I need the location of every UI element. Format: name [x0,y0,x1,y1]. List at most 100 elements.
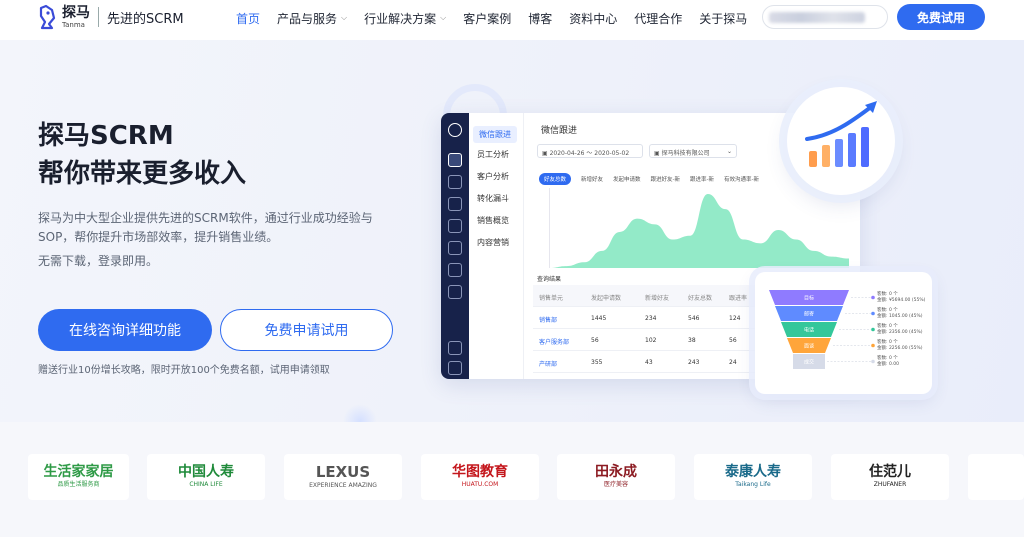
brand-name-en: Tanma [62,20,85,29]
dashboard-sidebar [441,113,469,379]
table-header-cell: 销售单元 [539,295,564,302]
nav-item-3[interactable]: 客户案例 [463,10,511,27]
funnel-stage-dot [871,295,875,300]
metric-tab-5[interactable]: 有效沟通率-新 [724,173,759,185]
table-cell: 546 [688,315,700,322]
funnel-stage-note: 客数: 0 个金额: 0.00 [877,356,899,368]
brand-name: 探马 [62,4,90,21]
partner-logo-4[interactable]: 田永成 医疗美容 [557,454,675,500]
company-value: 探马科技有限公司 [661,150,710,157]
collapse-icon[interactable] [448,361,462,375]
metric-tab-1[interactable]: 新增好友 [581,173,603,185]
nav-item-label: 资料中心 [569,11,618,26]
table-cell: 56 [729,337,737,344]
dashboard-menu-item-2[interactable]: 客户分析 [477,171,509,182]
area-chart [549,188,849,268]
funnel-stage-dot [871,359,875,364]
growth-bar [809,151,817,167]
hero-description: 探马为中大型企业提供先进的SCRM软件，通过行业成功经验与SOP，帮你提升市场部… [38,211,373,244]
nav-item-0[interactable]: 首页 [236,10,260,27]
free-trial-button[interactable]: 免费试用 [897,4,985,30]
dashboard-menu-item-5[interactable]: 内容营销 [477,237,509,248]
table-cell: 43 [645,359,653,366]
table-header-cell: 跟进率 [729,295,748,302]
dashboard-menu-item-1[interactable]: 员工分析 [477,149,509,160]
stage-amount: 金额: ¥5694.00 (55%) [877,297,926,303]
funnel-stage-label: 邮寄 [804,311,814,318]
growth-chart-badge [787,87,895,195]
table-cell[interactable]: 产研部 [539,359,557,368]
partner-logo-6[interactable]: 住范儿 ZHUFANER [831,454,949,500]
main-nav: 首页 产品与服务 ⌵ 行业解决方案 ⌵ 客户案例 博客 资料中心 代理合作 关于探马 [236,0,764,36]
funnel-stage-dot [871,327,875,332]
table-cell: 124 [729,315,741,322]
nav-item-5[interactable]: 资料中心 [569,10,617,27]
nav-item-6[interactable]: 代理合作 [634,10,682,27]
funnel-stage-label: 目标 [804,295,814,302]
partner-name: 华图教育 [452,464,508,480]
nav-item-1[interactable]: 产品与服务 ⌵ [277,10,347,27]
funnel-stage-note: 客数: 0 个金额: 1045.00 (45%) [877,308,923,320]
brand-logo[interactable]: 探马 Tanma 先进的SCRM [36,4,184,30]
funnel-stage-dot [871,343,875,348]
partner-logo-2[interactable]: LEXUS EXPERIENCE AMAZING [284,454,402,500]
nav-item-7[interactable]: 关于探马 [699,10,747,27]
table-cell: 102 [645,337,657,344]
partner-logo-3[interactable]: 华图教育 HUATU.COM [421,454,539,500]
partner-name: 中国人寿 [178,464,234,480]
promo-note: 赠送行业10份增长攻略，限时开放100个免费名额，试用申请领取 [38,365,330,376]
partner-subtitle: CHINA LIFE [189,481,223,489]
metric-tab-4[interactable]: 跟进率-新 [690,173,714,185]
partner-name: 生活家家居 [43,464,114,480]
metric-tab-0[interactable]: 好友总数 [539,173,572,185]
nav-item-label: 客户案例 [463,11,512,26]
top-navbar: 探马 Tanma 先进的SCRM 首页 产品与服务 ⌵ 行业解决方案 ⌵ 客户案例 博客 资料… [0,0,1024,40]
header-search-box[interactable] [762,5,888,29]
chevron-down-icon: ⌵ [341,13,348,22]
settings-icon[interactable] [448,341,462,355]
table-cell[interactable]: 客户服务部 [539,337,569,346]
logo-icon[interactable] [448,123,462,137]
table-header-cell: 新增好友 [645,295,670,302]
nav-item-2[interactable]: 行业解决方案 ⌵ [364,10,446,27]
hero-title: 探马SCRM [38,121,174,151]
partner-logo-partial[interactable] [968,454,1024,500]
funnel-stage-note: 客数: 0 个金额: ¥5694.00 (55%) [877,292,925,304]
growth-bar [848,133,856,167]
partner-subtitle: EXPERIENCE AMAZING [309,481,377,489]
partner-logo-5[interactable]: 泰康人寿 Taikang Life [694,454,812,500]
partner-name: 泰康人寿 [725,464,781,480]
chart-icon[interactable] [448,153,462,167]
partner-logo-0[interactable]: 生活家家居 品质生活服务商 [28,454,129,500]
partner-name: 田永成 [595,464,637,480]
partner-subtitle: 品质生活服务商 [57,481,100,489]
shield-icon[interactable] [448,175,462,189]
grid-icon[interactable] [448,285,462,299]
metric-tab-3[interactable]: 跟进好友-新 [651,173,681,185]
dashboard-menu-item-3[interactable]: 转化漏斗 [477,193,509,204]
tanma-logo-icon [39,4,56,30]
area-series [549,194,849,268]
dashboard-menu-item-4[interactable]: 销售概览 [477,215,509,226]
stage-amount: 金额: 1045.00 (45%) [877,313,923,319]
nav-item-label: 产品与服务 [277,11,338,26]
cloud-icon[interactable] [448,263,462,277]
date-range-value: 2020-04-26 ～ 2020-05-02 [549,150,630,157]
box-icon[interactable] [448,241,462,255]
apply-trial-button[interactable]: 免费申请试用 [220,309,393,351]
table-cell: 1445 [591,315,607,322]
partner-logo-1[interactable]: 中国人寿 CHINA LIFE [147,454,265,500]
users-icon[interactable] [448,197,462,211]
nav-item-label: 博客 [528,11,553,26]
target-icon[interactable] [448,219,462,233]
nav-item-label: 行业解决方案 [364,11,437,26]
partner-logo-text: 生活家家居 品质生活服务商 [43,464,114,489]
online-consult-button[interactable]: 在线咨询详细功能 [38,309,212,351]
partner-subtitle: Taikang Life [735,481,771,489]
partner-logo-text: 田永成 医疗美容 [595,464,637,489]
dashboard-menu-item-0[interactable]: 微信跟进 [473,126,517,143]
nav-item-4[interactable]: 博客 [528,10,552,27]
metric-tab-2[interactable]: 发起申请数 [613,173,641,185]
query-result-label: 查询结果 [537,276,562,283]
table-cell[interactable]: 销售部 [539,315,557,324]
